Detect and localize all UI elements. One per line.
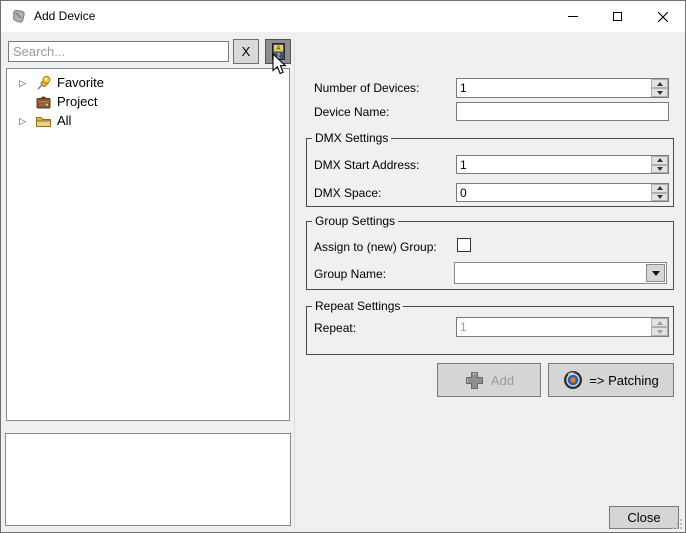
patching-button[interactable]: => Patching [548, 363, 674, 397]
device-tree: ▷ Favorite Project ▷ [6, 68, 290, 421]
close-button-label: Close [627, 510, 660, 525]
arrow-down-icon [657, 91, 663, 95]
repeat-spinner [456, 317, 669, 337]
number-of-devices-spinner [456, 78, 669, 98]
arrow-up-icon [657, 158, 663, 162]
svg-text:A: A [276, 46, 280, 52]
resize-grip[interactable] [671, 518, 684, 531]
arrow-down-icon [657, 167, 663, 171]
device-icon [10, 8, 27, 25]
number-of-devices-label: Number of Devices: [314, 81, 419, 96]
dmx-space-spinner [456, 183, 669, 202]
maximize-icon [613, 12, 622, 21]
maximize-button[interactable] [595, 1, 640, 32]
arrow-up-icon [657, 82, 663, 86]
dmx-settings-title: DMX Settings [312, 131, 391, 146]
arrow-down-icon [657, 330, 663, 334]
folder-icon [35, 113, 52, 129]
pane-splitter[interactable] [294, 39, 295, 529]
arrow-up-icon [657, 321, 663, 325]
patching-button-label: => Patching [589, 373, 658, 388]
dialog-title: Add Device [34, 9, 95, 23]
tree-item-project[interactable]: Project [7, 92, 289, 111]
assign-group-checkbox[interactable] [457, 238, 471, 252]
spin-up-button[interactable] [651, 79, 668, 88]
group-settings-title: Group Settings [312, 214, 398, 229]
spin-down-button[interactable] [651, 88, 668, 97]
close-button[interactable]: Close [609, 506, 679, 529]
tree-item-label: Favorite [57, 75, 104, 90]
spin-down-button[interactable] [651, 193, 668, 202]
chevron-down-icon [652, 271, 660, 276]
spin-up-button[interactable] [651, 184, 668, 193]
spin-down-button[interactable] [651, 165, 668, 174]
clear-search-label: X [242, 44, 251, 59]
dmx-space-label: DMX Space: [314, 186, 381, 201]
pin-icon [35, 75, 52, 91]
cursor-arrow [272, 53, 288, 76]
repeat-label: Repeat: [314, 321, 356, 336]
tree-item-label: Project [57, 94, 97, 109]
device-name-field [456, 102, 669, 121]
spin-down-button [651, 327, 668, 336]
repeat-input [457, 318, 651, 336]
tree-item-label: All [57, 113, 71, 128]
titlebar: Add Device [1, 1, 685, 32]
repeat-settings-title: Repeat Settings [312, 299, 403, 314]
dmx-start-address-spinner [456, 155, 669, 174]
close-window-button[interactable] [640, 1, 685, 32]
target-icon [563, 370, 583, 390]
spin-up-button [651, 318, 668, 327]
add-button[interactable]: Add [437, 363, 541, 397]
spin-up-button[interactable] [651, 156, 668, 165]
dmx-start-address-input[interactable] [457, 156, 651, 173]
expander-icon[interactable]: ▷ [19, 78, 29, 88]
expander-icon[interactable]: ▷ [19, 116, 29, 126]
tree-item-favorite[interactable]: ▷ Favorite [7, 73, 289, 92]
dmx-space-input[interactable] [457, 184, 651, 201]
minimize-icon [568, 16, 578, 17]
device-name-label: Device Name: [314, 105, 389, 120]
assign-group-label: Assign to (new) Group: [314, 240, 437, 255]
dropdown-button[interactable] [646, 264, 665, 282]
close-icon [658, 12, 668, 22]
clear-search-button[interactable]: X [233, 39, 259, 64]
device-name-input[interactable] [457, 103, 668, 120]
dmx-start-address-label: DMX Start Address: [314, 158, 419, 173]
group-name-combobox[interactable] [454, 262, 667, 284]
number-of-devices-input[interactable] [457, 79, 651, 97]
toolbox-icon [35, 94, 52, 110]
group-name-value [455, 263, 645, 283]
minimize-button[interactable] [550, 1, 595, 32]
arrow-down-icon [657, 195, 663, 199]
add-button-label: Add [491, 373, 514, 388]
tree-item-all[interactable]: ▷ All [7, 111, 289, 130]
arrow-up-icon [657, 186, 663, 190]
group-name-label: Group Name: [314, 267, 386, 282]
search-input[interactable] [8, 41, 229, 62]
add-device-dialog: Add Device X A Z ▷ Favor [0, 0, 686, 533]
plus-icon [464, 370, 485, 391]
preview-pane [5, 433, 291, 526]
